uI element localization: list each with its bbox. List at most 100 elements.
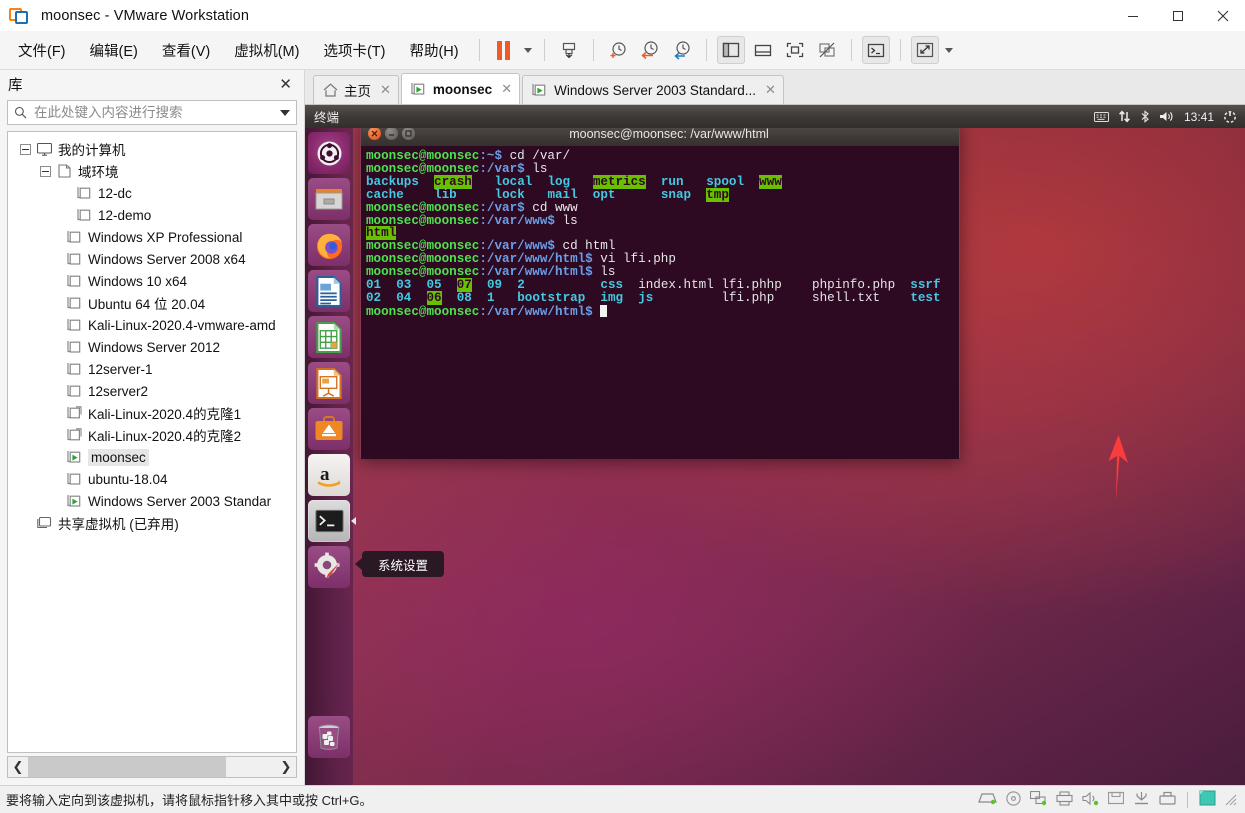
menu-file[interactable]: 文件(F)	[8, 37, 76, 64]
chevron-left-icon[interactable]: ❮	[8, 757, 28, 777]
launcher-ubuntu-dash[interactable]	[308, 132, 350, 174]
tab-2[interactable]: Windows Server 2003 Standard... ✕	[522, 75, 784, 104]
close-icon[interactable]	[368, 127, 381, 140]
close-icon[interactable]: ✕	[380, 82, 391, 98]
library-tree-item[interactable]: 我的计算机	[8, 138, 296, 160]
tab-0[interactable]: 主页 ✕	[313, 75, 399, 104]
stretch-button[interactable]	[910, 36, 939, 64]
menu-tabs[interactable]: 选项卡(T)	[313, 37, 395, 64]
library-tree-item[interactable]: 12-demo	[8, 204, 296, 226]
revert-snapshot-button[interactable]	[636, 36, 664, 64]
menu-edit[interactable]: 编辑(E)	[80, 37, 148, 64]
status-floppy-icon[interactable]	[1107, 791, 1125, 808]
launcher-files[interactable]	[308, 178, 350, 220]
library-tree-item[interactable]: Kali-Linux-2020.4-vmware-amd	[8, 314, 296, 336]
status-cdrom-icon[interactable]	[1006, 790, 1021, 809]
minimize-icon[interactable]	[1110, 0, 1155, 31]
manage-snapshots-button[interactable]	[668, 36, 696, 64]
menu-vm[interactable]: 虚拟机(M)	[224, 37, 309, 64]
library-tree-item[interactable]: 共享虚拟机 (已弃用)	[8, 512, 296, 534]
chevron-down-icon[interactable]	[274, 109, 296, 116]
bluetooth-indicator-icon[interactable]	[1140, 110, 1150, 123]
network-indicator-icon[interactable]	[1118, 110, 1131, 123]
status-display-icon[interactable]	[1199, 790, 1216, 809]
status-usb-controller-icon[interactable]	[1133, 791, 1150, 808]
show-library-button[interactable]	[716, 36, 745, 64]
hscroll-thumb[interactable]	[28, 757, 226, 777]
library-tree-item[interactable]: 域环境	[8, 160, 296, 182]
library-tree-item[interactable]: Kali-Linux-2020.4的克隆1	[8, 402, 296, 424]
launcher-libreoffice-impress[interactable]	[308, 362, 350, 404]
menu-help[interactable]: 帮助(H)	[399, 37, 468, 64]
keyboard-indicator-icon[interactable]	[1093, 111, 1109, 123]
status-usb-device-icon[interactable]	[1159, 791, 1176, 808]
library-tree-item[interactable]: 12-dc	[8, 182, 296, 204]
menu-view[interactable]: 查看(V)	[152, 37, 220, 64]
svg-text:a: a	[320, 464, 330, 485]
show-thumbnail-bar-button[interactable]	[749, 36, 777, 64]
close-icon[interactable]: ✕	[765, 82, 776, 98]
library-tree-item[interactable]: Windows Server 2008 x64	[8, 248, 296, 270]
stretch-dropdown[interactable]	[941, 36, 957, 64]
launcher-terminal[interactable]	[308, 500, 356, 542]
toolbar-separator	[850, 39, 852, 61]
library-tree-item[interactable]: Windows 10 x64	[8, 270, 296, 292]
hscroll-track[interactable]	[28, 757, 276, 777]
status-printer-icon[interactable]	[1056, 790, 1073, 809]
close-icon[interactable]	[1200, 0, 1245, 31]
launcher-libreoffice-writer[interactable]	[308, 270, 350, 312]
amazon-icon: a	[317, 464, 341, 487]
terminal-window[interactable]: moonsec@moonsec: /var/www/html moonsec@m…	[360, 120, 960, 459]
close-icon[interactable]: ✕	[501, 81, 512, 97]
status-harddisk-icon[interactable]	[978, 791, 997, 808]
library-tree-item[interactable]: Windows Server 2003 Standar	[8, 490, 296, 512]
tree-expander-icon[interactable]	[40, 165, 51, 177]
library-hscrollbar[interactable]: ❮ ❯	[7, 756, 297, 778]
window-title: moonsec - VMware Workstation	[41, 7, 250, 24]
search-input[interactable]	[32, 104, 274, 121]
chevron-right-icon[interactable]: ❯	[276, 757, 296, 777]
status-sound-icon[interactable]	[1082, 791, 1099, 809]
library-tree-item[interactable]: moonsec	[8, 446, 296, 468]
unity-mode-button[interactable]	[813, 36, 841, 64]
status-separator	[1187, 791, 1188, 808]
snapshot-take-button[interactable]	[555, 36, 583, 64]
library-tree-item[interactable]: Windows Server 2012	[8, 336, 296, 358]
library-tree-item[interactable]: Windows XP Professional	[8, 226, 296, 248]
launcher-firefox[interactable]	[308, 224, 350, 266]
status-network-icon[interactable]	[1029, 790, 1047, 809]
guest-clock[interactable]: 13:41	[1184, 110, 1214, 124]
snapshot-manager-button[interactable]	[604, 36, 632, 64]
tree-expander-icon[interactable]	[20, 143, 31, 155]
power-gear-icon[interactable]	[1223, 110, 1237, 124]
tab-1[interactable]: moonsec ✕	[400, 73, 521, 104]
library-tree-item-label: 域环境	[78, 165, 119, 180]
power-dropdown[interactable]	[520, 36, 536, 64]
clock-wrench-icon	[673, 41, 690, 60]
library-tree-item[interactable]: ubuntu-18.04	[8, 468, 296, 490]
clock-back-icon	[640, 41, 658, 60]
console-button[interactable]	[861, 36, 890, 64]
volume-indicator-icon[interactable]	[1159, 110, 1175, 123]
vm-console-view[interactable]: 终端 13:41 a 系统设置 moonsec@moonsec: /var/ww…	[305, 105, 1245, 785]
library-tree-item[interactable]: 12server2	[8, 380, 296, 402]
library-tree-item[interactable]: 12server-1	[8, 358, 296, 380]
minimize-icon[interactable]	[385, 127, 398, 140]
launcher-amazon[interactable]: a	[308, 454, 350, 496]
terminal-content[interactable]: moonsec@moonsec:~$ cd /var/moonsec@moons…	[361, 146, 959, 459]
status-resize-grip[interactable]	[1225, 794, 1237, 806]
library-tree-item[interactable]: Ubuntu 64 位 20.04	[8, 292, 296, 314]
ubuntu-dash-icon	[317, 141, 341, 165]
unity-off-icon	[819, 42, 835, 58]
launcher-ubuntu-software[interactable]	[308, 408, 350, 450]
launcher-libreoffice-calc[interactable]	[308, 316, 350, 358]
suspend-button[interactable]	[490, 36, 518, 64]
maximize-icon[interactable]	[402, 127, 415, 140]
launcher-system-settings[interactable]	[308, 546, 350, 588]
maximize-icon[interactable]	[1155, 0, 1200, 31]
launcher-trash[interactable]	[308, 716, 350, 758]
library-search[interactable]	[7, 100, 297, 125]
close-icon[interactable]: ✕	[275, 75, 296, 93]
library-tree-item[interactable]: Kali-Linux-2020.4的克隆2	[8, 424, 296, 446]
fullscreen-button[interactable]	[781, 36, 809, 64]
